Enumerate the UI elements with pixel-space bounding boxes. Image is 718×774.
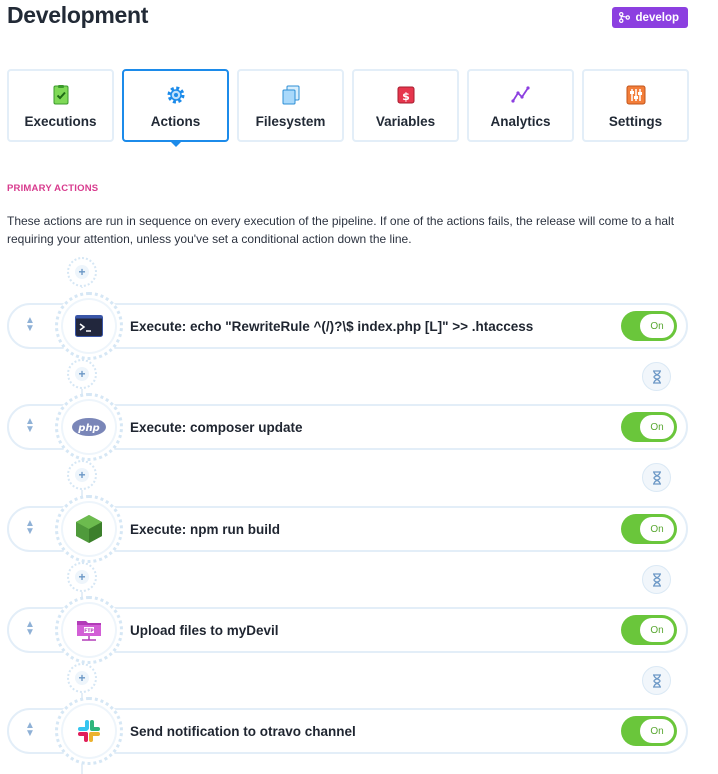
plus-icon: + [75, 468, 89, 482]
plus-icon: + [75, 265, 89, 279]
toggle-label: On [640, 314, 674, 338]
tab-bar: Executions Actions Filesystem $ Variable… [7, 69, 689, 147]
svg-text:$: $ [402, 90, 410, 103]
drag-handle-icon[interactable]: ▲ ▼ [24, 721, 36, 740]
hourglass-icon[interactable] [642, 666, 671, 695]
add-action-button[interactable]: + [67, 257, 97, 287]
tab-settings[interactable]: Settings [582, 69, 689, 142]
hourglass-icon[interactable] [642, 565, 671, 594]
plus-icon: + [75, 570, 89, 584]
toggle-label: On [640, 618, 674, 642]
add-action-button[interactable]: + [67, 663, 97, 693]
toggle-label: On [640, 517, 674, 541]
tab-actions[interactable]: Actions [122, 69, 229, 147]
drag-handle-icon[interactable]: ▲ ▼ [24, 620, 36, 639]
tab-label: Analytics [490, 114, 551, 129]
action-toggle[interactable]: On [621, 514, 677, 544]
gear-icon [165, 84, 187, 106]
action-name: Execute: echo "RewriteRule ^(/)?\$ index… [130, 319, 534, 334]
drag-handle-icon[interactable]: ▲ ▼ [24, 519, 36, 538]
action-toggle[interactable]: On [621, 615, 677, 645]
action-icon-holder [55, 292, 123, 360]
tab-analytics[interactable]: Analytics [467, 69, 574, 142]
sliders-icon [625, 84, 647, 106]
toggle-label: On [640, 719, 674, 743]
action-toggle[interactable]: On [621, 716, 677, 746]
add-action-button[interactable]: + [67, 460, 97, 490]
action-icon-holder [55, 495, 123, 563]
hourglass-icon[interactable] [642, 463, 671, 492]
ftp-folder-icon: FTP [77, 621, 101, 641]
drag-handle-icon[interactable]: ▲ ▼ [24, 417, 36, 436]
action-row[interactable]: ▲ ▼ Execute: echo "RewriteRule ^(/)?\$ in… [7, 292, 688, 360]
toggle-label: On [640, 415, 674, 439]
clipboard-check-icon [50, 84, 72, 106]
plus-icon: + [75, 671, 89, 685]
tab-label: Executions [24, 114, 97, 129]
section-description: These actions are run in sequence on eve… [7, 214, 675, 246]
plus-icon: + [75, 367, 89, 381]
action-toggle[interactable]: On [621, 412, 677, 442]
add-action-button[interactable]: + [67, 562, 97, 592]
section-title: PRIMARY ACTIONS [7, 183, 99, 194]
dollar-icon: $ [395, 84, 417, 106]
tab-label: Filesystem [255, 114, 326, 129]
action-row[interactable]: ▲ ▼ Send notification to otravo channel O… [7, 697, 688, 765]
action-name: Execute: composer update [130, 420, 303, 435]
nodejs-icon [76, 515, 102, 543]
svg-text:FTP: FTP [84, 628, 94, 634]
tab-variables[interactable]: $ Variables [352, 69, 459, 142]
php-icon: php [72, 418, 106, 436]
tab-label: Actions [150, 114, 201, 129]
files-icon [280, 84, 302, 106]
action-name: Execute: npm run build [130, 522, 281, 537]
tab-label: Variables [375, 114, 436, 129]
action-icon-holder: php [55, 393, 123, 461]
action-icon-holder [55, 697, 123, 765]
branch-badge[interactable]: develop [611, 7, 688, 28]
line-chart-icon [510, 84, 532, 106]
tab-executions[interactable]: Executions [7, 69, 114, 142]
tab-filesystem[interactable]: Filesystem [237, 69, 344, 142]
page-title: Development [7, 2, 149, 28]
action-row[interactable]: ▲ ▼ php Execute: composer update On [7, 393, 688, 461]
action-row[interactable]: ▲ ▼ FTP Upload files to myDevil On [7, 596, 688, 664]
action-toggle[interactable]: On [621, 311, 677, 341]
tab-label: Settings [608, 114, 663, 129]
git-branch-icon [618, 12, 630, 23]
slack-icon [78, 720, 100, 742]
drag-handle-icon[interactable]: ▲ ▼ [24, 316, 36, 335]
action-icon-holder: FTP [55, 596, 123, 664]
terminal-icon [75, 315, 103, 337]
action-name: Upload files to myDevil [130, 623, 279, 638]
action-row[interactable]: ▲ ▼ Execute: npm run build On [7, 495, 688, 563]
branch-name: develop [635, 11, 679, 24]
svg-text:php: php [77, 423, 99, 434]
hourglass-icon[interactable] [642, 362, 671, 391]
add-action-button[interactable]: + [67, 359, 97, 389]
action-name: Send notification to otravo channel [130, 724, 356, 739]
